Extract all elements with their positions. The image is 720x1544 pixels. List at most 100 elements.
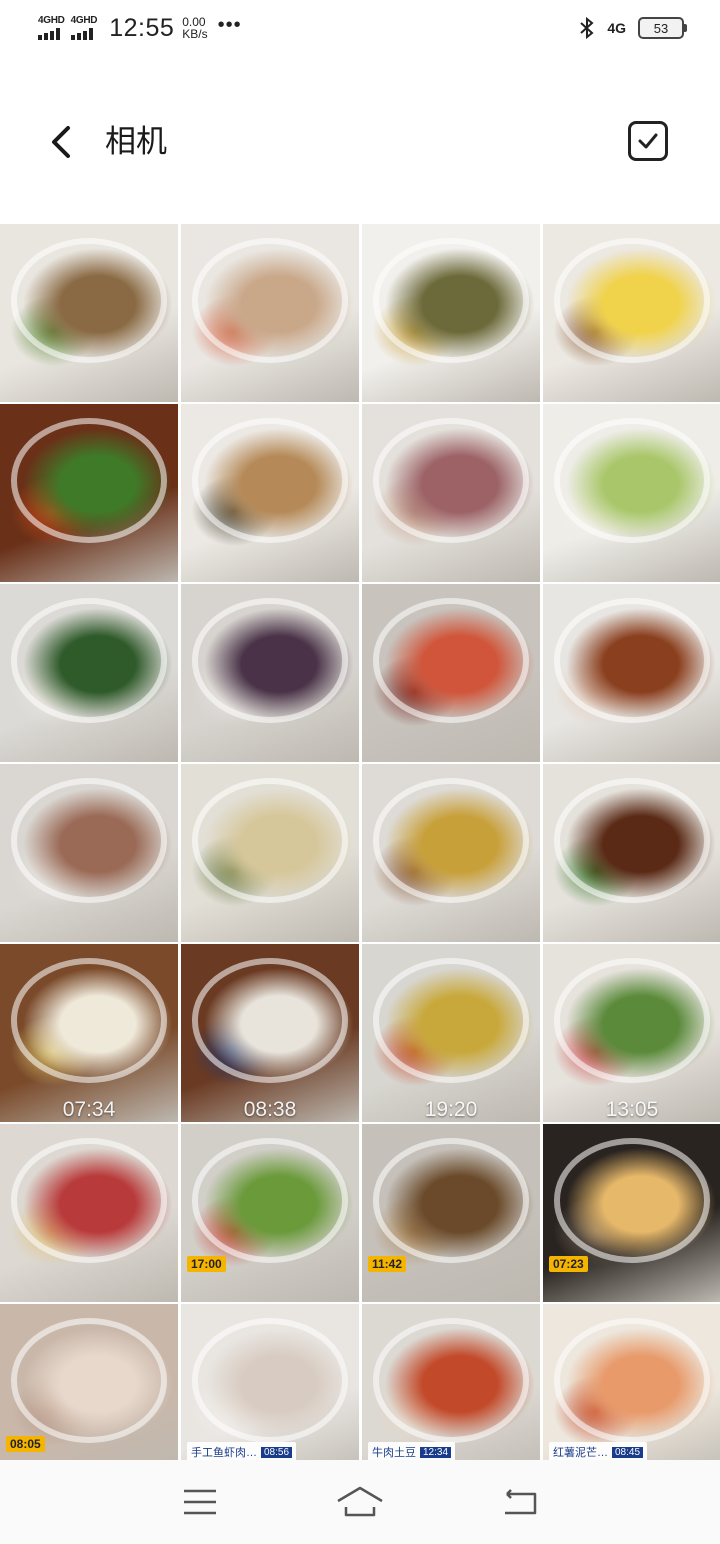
photo-thumbnail[interactable] [543, 584, 720, 762]
dish-plate [10, 598, 168, 723]
dish-plate [372, 598, 530, 723]
watermark-tag-time: 12:34 [420, 1446, 452, 1458]
watermark-time-stamp: 07:23 [549, 1256, 588, 1272]
photo-thumbnail[interactable] [362, 584, 540, 762]
menu-icon [184, 1489, 216, 1515]
photo-thumbnail[interactable]: 08:38 [181, 944, 359, 1122]
dish-plate [372, 418, 530, 543]
photo-thumbnail[interactable]: 手工鱼虾肉… 08:56 [181, 1304, 359, 1482]
photo-thumbnail[interactable] [0, 404, 178, 582]
dish-plate [372, 1138, 530, 1263]
photo-thumbnail[interactable] [0, 224, 178, 402]
photo-time-label: 19:20 [424, 1098, 478, 1121]
back-button[interactable] [40, 120, 80, 164]
watermark-time-stamp: 11:42 [368, 1256, 407, 1272]
photo-thumbnail[interactable] [362, 764, 540, 942]
dish-plate [553, 958, 711, 1083]
dish-plate [10, 1318, 168, 1443]
photo-thumbnail[interactable] [0, 1124, 178, 1302]
dish-plate [191, 238, 349, 363]
photo-thumbnail[interactable] [181, 224, 359, 402]
bluetooth-icon [580, 16, 594, 40]
watermark-tag: 手工鱼虾肉… 08:56 [187, 1442, 297, 1462]
home-button[interactable] [330, 1480, 390, 1524]
dish-plate [553, 418, 711, 543]
photo-thumbnail[interactable] [543, 224, 720, 402]
dish-plate [553, 1318, 711, 1443]
battery-level: 53 [653, 20, 669, 36]
photo-time-label: 07:34 [62, 1098, 116, 1121]
back-nav-button[interactable] [490, 1480, 550, 1524]
dish-plate [553, 598, 711, 723]
watermark-tag-text: 牛肉土豆 [372, 1447, 416, 1459]
back-arrow-icon [505, 1489, 537, 1515]
photo-thumbnail[interactable]: 11:42 [362, 1124, 540, 1302]
watermark-tag-time: 08:45 [612, 1446, 644, 1458]
dish-plate [10, 778, 168, 903]
dish-plate [10, 1138, 168, 1263]
dish-plate [553, 1138, 711, 1263]
app-header: 相机 [0, 100, 720, 184]
watermark-tag-text: 手工鱼虾肉… [191, 1447, 257, 1459]
dish-plate [191, 418, 349, 543]
photo-thumbnail[interactable]: 08:05 [0, 1304, 178, 1482]
dish-plate [372, 778, 530, 903]
watermark-tag: 牛肉土豆 12:34 [368, 1442, 456, 1462]
photo-thumbnail[interactable] [543, 764, 720, 942]
photo-grid: 07:34 08:38 19:20 13:05 17:00 11:42 07:23 08:05… [0, 224, 720, 1482]
dish-plate [191, 598, 349, 723]
signal-1: 4GHD [38, 16, 65, 40]
dish-plate [372, 1318, 530, 1443]
battery-icon: 53 [638, 17, 687, 39]
signal-bars-icon [38, 28, 60, 40]
speed-unit: KB/s [182, 27, 208, 41]
home-icon [337, 1486, 383, 1517]
photo-thumbnail[interactable] [362, 224, 540, 402]
photo-thumbnail[interactable] [0, 584, 178, 762]
photo-thumbnail[interactable] [181, 764, 359, 942]
system-navigation-bar [0, 1460, 720, 1544]
page-title: 相机 [105, 124, 167, 159]
network-label-3: 4G [607, 20, 626, 36]
signal-bars-icon [70, 28, 93, 40]
dish-plate [10, 958, 168, 1083]
dish-plate [372, 238, 530, 363]
network-label-2: 4GHD [70, 15, 98, 26]
dish-plate [553, 778, 711, 903]
dish-plate [10, 418, 168, 543]
clock: 12:55 [109, 13, 175, 42]
photo-thumbnail[interactable]: 07:34 [0, 944, 178, 1122]
photo-thumbnail[interactable]: 07:23 [543, 1124, 720, 1302]
photo-thumbnail[interactable] [543, 404, 720, 582]
dish-plate [191, 958, 349, 1083]
photo-thumbnail[interactable] [0, 764, 178, 942]
photo-thumbnail[interactable]: 牛肉土豆 12:34 [362, 1304, 540, 1482]
watermark-tag: 红薯泥芒… 08:45 [549, 1442, 648, 1462]
watermark-time-stamp: 17:00 [187, 1256, 226, 1272]
photo-thumbnail[interactable] [181, 584, 359, 762]
photo-thumbnail[interactable] [362, 404, 540, 582]
status-bar: 4GHD 4GHD 12:55 0.00 KB/s ••• 4G 53 [0, 0, 720, 56]
watermark-tag-time: 08:56 [261, 1446, 293, 1458]
watermark-tag-text: 红薯泥芒… [553, 1447, 608, 1459]
dish-plate [553, 238, 711, 363]
photo-time-label: 13:05 [605, 1098, 659, 1121]
photo-thumbnail[interactable] [181, 404, 359, 582]
photo-thumbnail[interactable]: 红薯泥芒… 08:45 [543, 1304, 720, 1482]
select-mode-button[interactable] [628, 121, 668, 161]
photo-thumbnail[interactable]: 13:05 [543, 944, 720, 1122]
dish-plate [10, 238, 168, 363]
signal-2: 4GHD [70, 15, 98, 40]
dish-plate [191, 778, 349, 903]
network-label-1: 4GHD [38, 15, 65, 26]
menu-button[interactable] [170, 1480, 230, 1524]
dish-plate [191, 1318, 349, 1443]
photo-thumbnail[interactable]: 19:20 [362, 944, 540, 1122]
more-notifications-icon: ••• [217, 13, 242, 36]
checkmark-icon [638, 133, 658, 149]
chevron-left-icon [52, 126, 70, 158]
photo-thumbnail[interactable]: 17:00 [181, 1124, 359, 1302]
network-speed: 0.00 KB/s [182, 16, 207, 40]
watermark-time-stamp: 08:05 [6, 1436, 45, 1452]
dish-plate [372, 958, 530, 1083]
